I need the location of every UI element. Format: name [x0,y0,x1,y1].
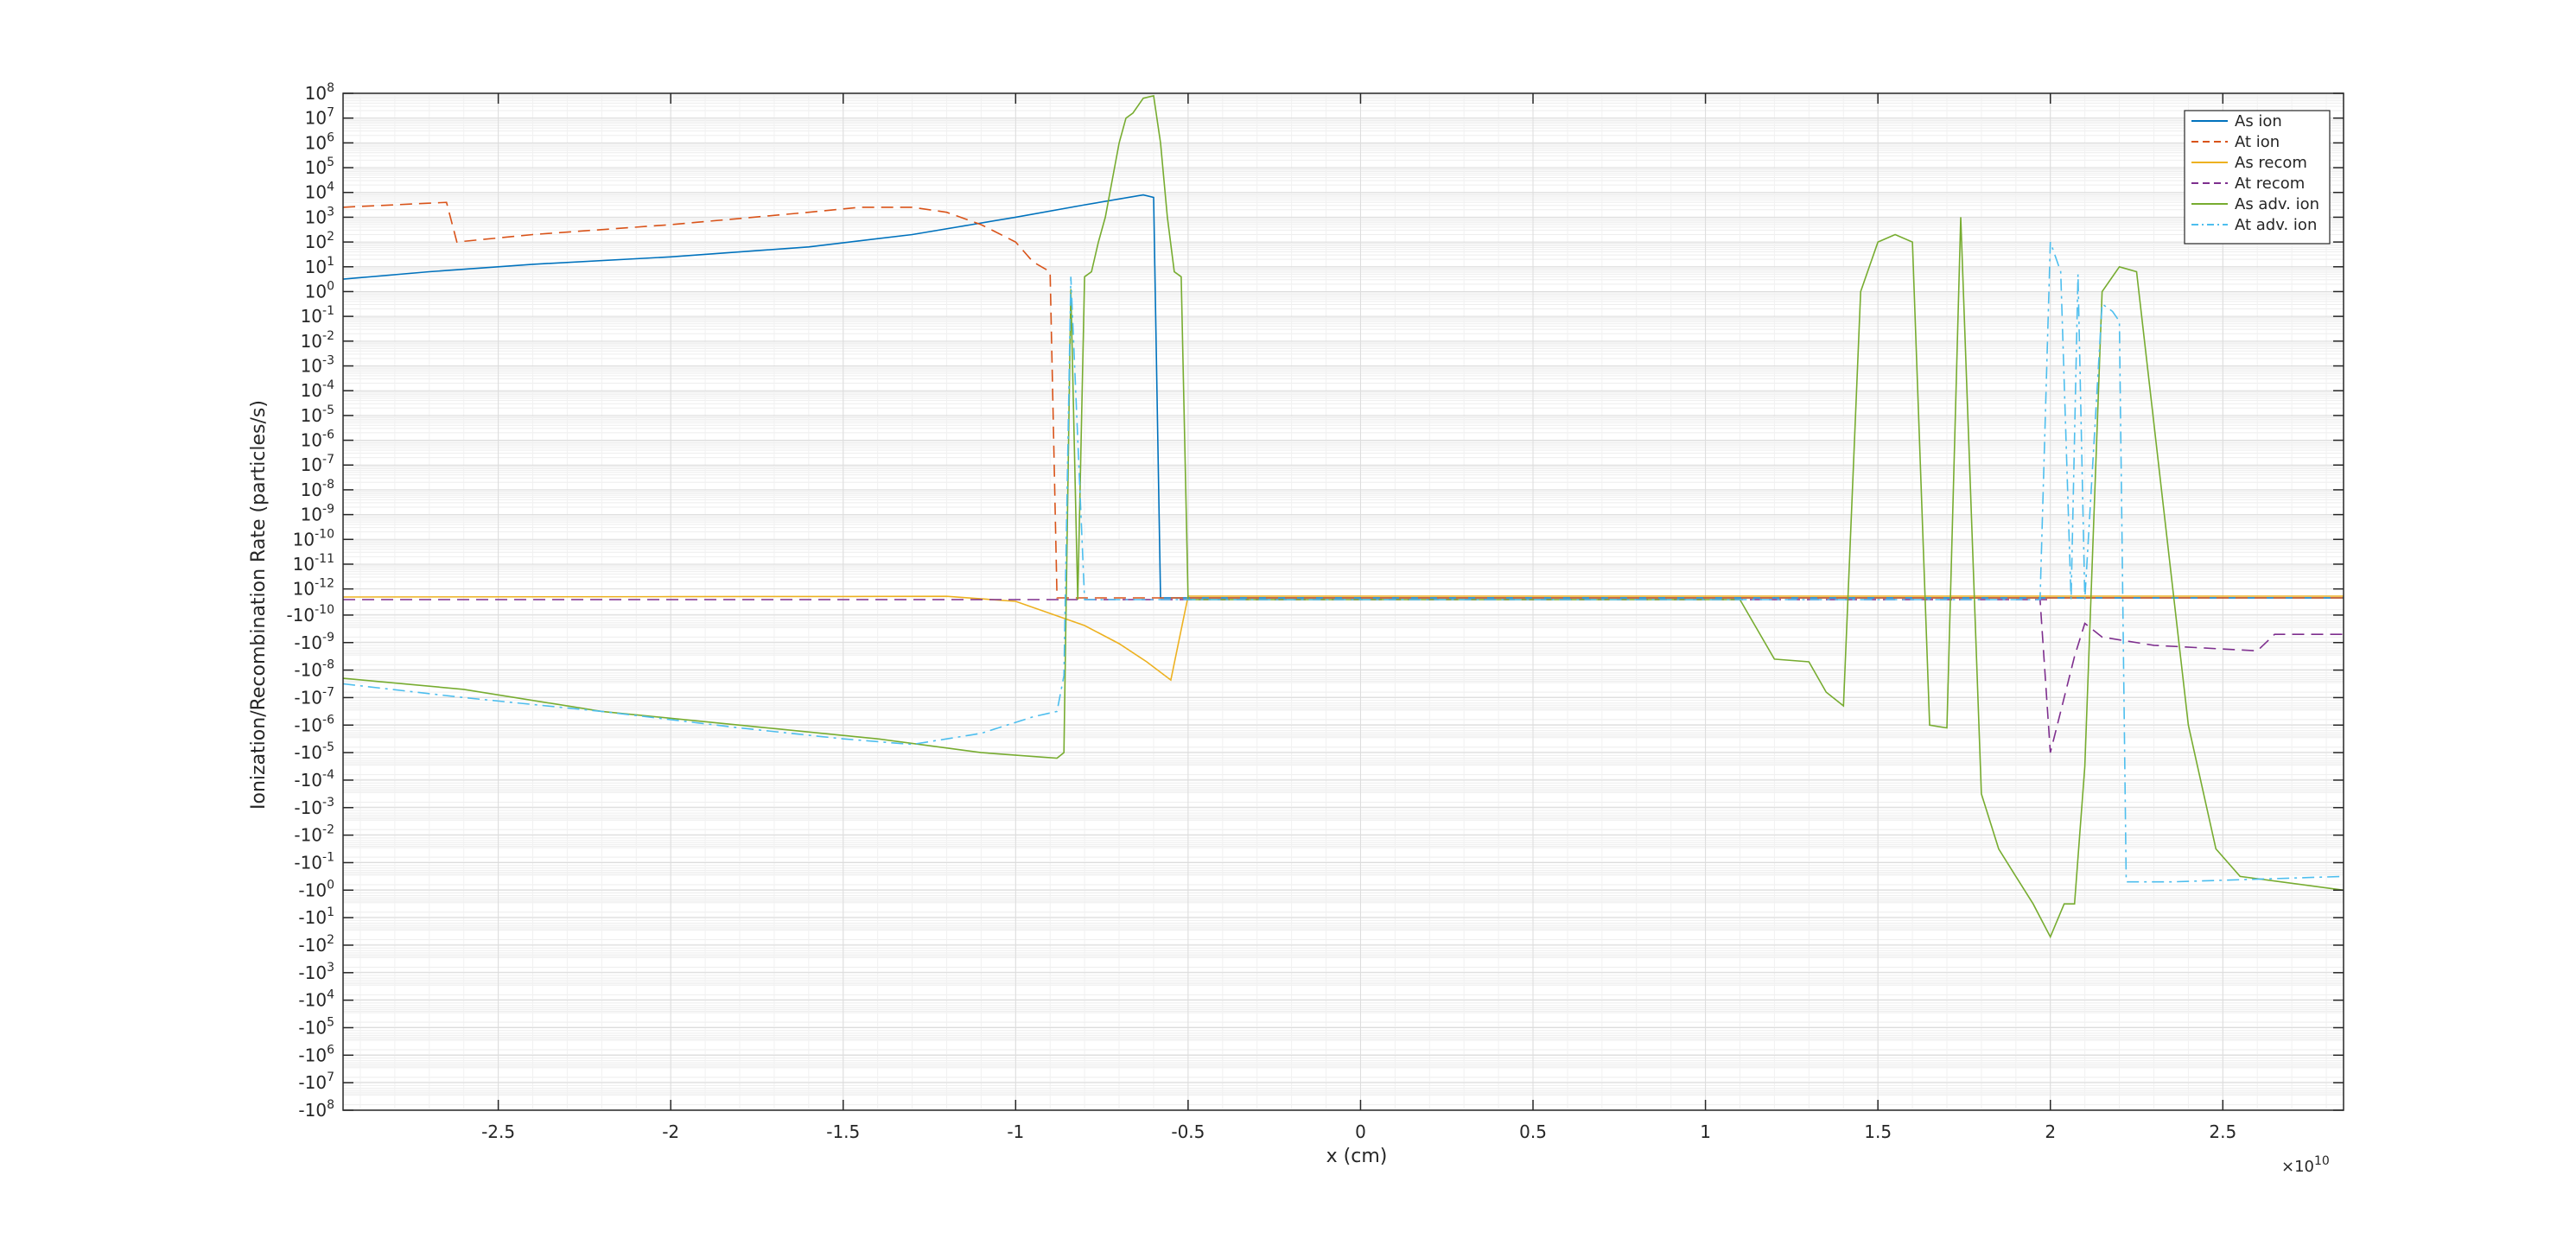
x-tick-label: 0 [1355,1121,1366,1142]
chart-svg: 10810710610510410310210110010-110-210-31… [0,0,2576,1242]
x-tick-label: 1 [1700,1121,1711,1142]
x-tick-label: -1.5 [826,1121,860,1142]
x-tick-label: -1 [1007,1121,1024,1142]
x-axis-multiplier-exponent: 10 [2314,1154,2330,1168]
x-tick-label: 1.5 [1864,1121,1892,1142]
legend-label: As recom [2235,154,2307,172]
legend-label: At adv. ion [2235,216,2317,234]
legend-label: As ion [2235,112,2282,130]
x-tick-label: 2.5 [2209,1121,2236,1142]
legend-label: As adv. ion [2235,195,2319,213]
legend-label: At recom [2235,175,2305,193]
x-tick-label: 0.5 [1519,1121,1547,1142]
x-tick-label: -0.5 [1171,1121,1205,1142]
legend-label: At ion [2235,133,2280,151]
x-tick-label: -2 [662,1121,679,1142]
x-tick-label: -2.5 [481,1121,515,1142]
chart: 108 107 106 105 104 103 102 101 100 10-1 10-2 10-3 1… [0,0,2576,1242]
y-axis-label: Ionization/Recombination Rate (particles… [248,400,270,810]
x-tick-label: 2 [2045,1121,2056,1142]
x-axis-label: x (cm) [1326,1146,1388,1167]
